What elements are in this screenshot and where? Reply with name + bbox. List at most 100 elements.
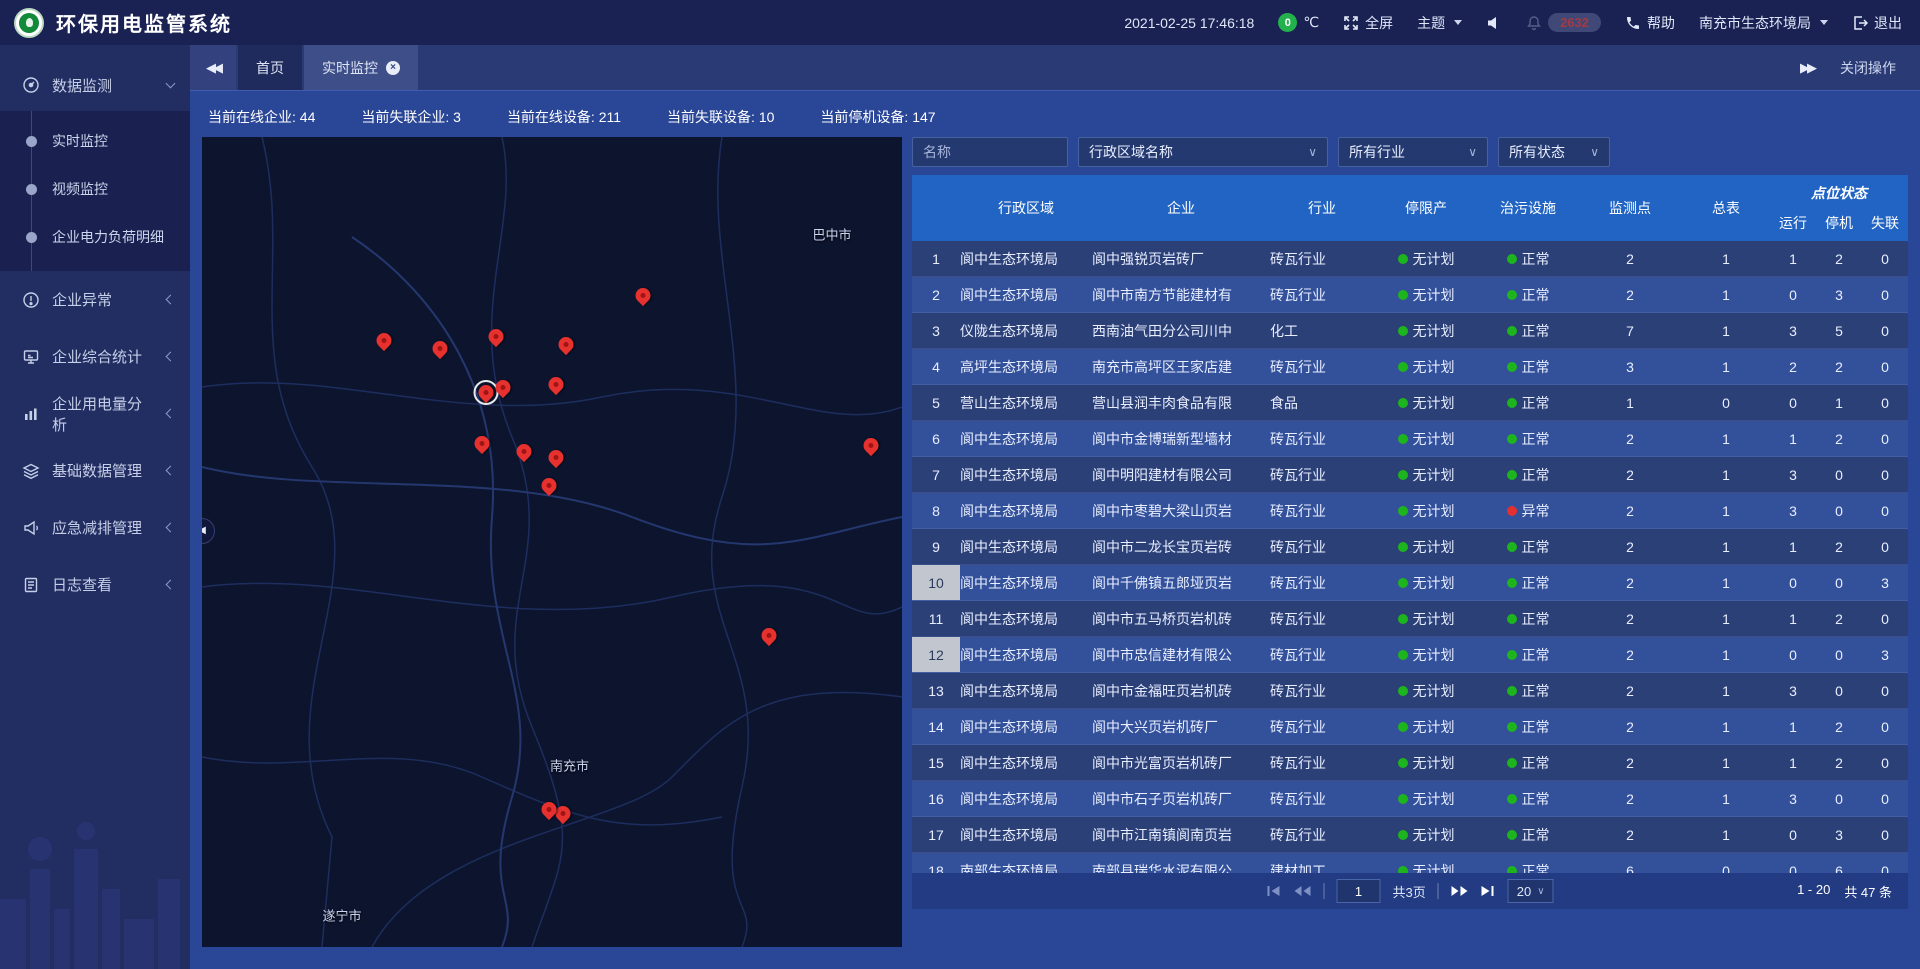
cell-pollution-facility: 正常 (1478, 781, 1578, 816)
cell-monitor-points: 1 (1578, 385, 1682, 420)
fullscreen-button[interactable]: 全屏 (1343, 13, 1393, 33)
cell-monitor-points: 3 (1578, 349, 1682, 384)
cell-industry: 砖瓦行业 (1270, 277, 1374, 312)
table-row[interactable]: 13阆中生态环境局阆中市金福旺页岩机砖砖瓦行业无计划正常21300 (912, 673, 1908, 709)
notification-area[interactable]: 2632 (1526, 13, 1601, 32)
cell-stopped: 3 (1816, 277, 1862, 312)
cell-disconnected: 0 (1862, 421, 1908, 456)
bar-chart-icon (22, 405, 40, 423)
cell-region: 阆中生态环境局 (960, 673, 1092, 708)
sidebar-item-log-view[interactable]: 日志查看 (0, 556, 190, 613)
map-labels-layer: 巴中市南充市遂宁市 (202, 137, 902, 947)
close-operations-button[interactable]: 关闭操作 (1840, 58, 1896, 78)
cell-company: 阆中市忠信建材有限公 (1092, 637, 1270, 672)
table-row[interactable]: 2阆中生态环境局阆中市南方节能建材有砖瓦行业无计划正常21030 (912, 277, 1908, 313)
cell-running: 0 (1770, 277, 1816, 312)
status-dot-green (1398, 434, 1408, 444)
cell-industry: 砖瓦行业 (1270, 457, 1374, 492)
row-number: 5 (912, 385, 960, 420)
notification-count-badge: 2632 (1548, 13, 1601, 32)
cell-production-limit: 无计划 (1374, 817, 1478, 852)
cell-monitor-points: 2 (1578, 277, 1682, 312)
cell-stopped: 0 (1816, 457, 1862, 492)
status-dot-green (1398, 866, 1408, 874)
top-bar: 环保用电监管系统 2021-02-25 17:46:18 0 ℃ 全屏 主题 2… (0, 0, 1920, 45)
org-dropdown[interactable]: 南充市生态环境局 (1699, 13, 1828, 33)
tab-realtime-monitoring[interactable]: 实时监控 × (304, 45, 418, 90)
name-filter-field[interactable] (912, 137, 1068, 167)
cell-total-meter: 1 (1682, 241, 1770, 276)
row-number: 9 (912, 529, 960, 564)
cell-region: 阆中生态环境局 (960, 493, 1092, 528)
cell-industry: 砖瓦行业 (1270, 421, 1374, 456)
col-region: 行政区域 (960, 175, 1092, 241)
region-filter-select[interactable]: 行政区域名称∨ (1078, 137, 1328, 167)
cell-industry: 砖瓦行业 (1270, 745, 1374, 780)
help-button[interactable]: 帮助 (1625, 13, 1675, 33)
sidebar-item-power-load-detail[interactable]: 企业电力负荷明细 (0, 213, 190, 261)
prev-page-button[interactable] (1293, 885, 1311, 897)
theme-dropdown[interactable]: 主题 (1417, 13, 1462, 33)
scroll-tabs-right-button[interactable]: ▶▶ (1800, 60, 1814, 76)
cell-production-limit: 无计划 (1374, 781, 1478, 816)
cell-region: 南部生态环境局 (960, 853, 1092, 873)
name-filter-input[interactable] (923, 144, 1057, 160)
sidebar-item-enterprise-statistics[interactable]: 企业综合统计 (0, 328, 190, 385)
table-row[interactable]: 1阆中生态环境局阆中强锐页岩砖厂砖瓦行业无计划正常21120 (912, 241, 1908, 277)
industry-filter-select[interactable]: 所有行业∨ (1338, 137, 1488, 167)
sidebar-item-power-analysis[interactable]: 企业用电量分析 (0, 385, 190, 442)
cell-disconnected: 0 (1862, 241, 1908, 276)
table-row[interactable]: 12阆中生态环境局阆中市忠信建材有限公砖瓦行业无计划正常21003 (912, 637, 1908, 673)
cell-industry: 砖瓦行业 (1270, 241, 1374, 276)
status-filter-select[interactable]: 所有状态∨ (1498, 137, 1610, 167)
table-row[interactable]: 9阆中生态环境局阆中市二龙长宝页岩砖砖瓦行业无计划正常21120 (912, 529, 1908, 565)
cell-company: 阆中市五马桥页岩机砖 (1092, 601, 1270, 636)
cell-total-meter: 1 (1682, 709, 1770, 744)
cell-region: 阆中生态环境局 (960, 565, 1092, 600)
table-row[interactable]: 8阆中生态环境局阆中市枣碧大梁山页岩砖瓦行业无计划异常21300 (912, 493, 1908, 529)
table-row[interactable]: 16阆中生态环境局阆中市石子页岩机砖厂砖瓦行业无计划正常21300 (912, 781, 1908, 817)
table-row[interactable]: 14阆中生态环境局阆中大兴页岩机砖厂砖瓦行业无计划正常21120 (912, 709, 1908, 745)
sidebar-item-data-monitoring[interactable]: 数据监测 (0, 59, 190, 111)
next-page-button[interactable] (1451, 885, 1469, 897)
logout-button[interactable]: 退出 (1852, 13, 1902, 33)
table-row[interactable]: 18南部生态环境局南部县瑞华水泥有限公建材加工无计划正常60060 (912, 853, 1908, 873)
cell-disconnected: 0 (1862, 277, 1908, 312)
table-row[interactable]: 4高坪生态环境局南充市高坪区王家店建砖瓦行业无计划正常31220 (912, 349, 1908, 385)
cell-monitor-points: 7 (1578, 313, 1682, 348)
cell-total-meter: 1 (1682, 781, 1770, 816)
page-number-input[interactable] (1336, 879, 1380, 903)
stat-offline-devices: 当前失联设备: 10 (667, 107, 774, 127)
table-row[interactable]: 7阆中生态环境局阆中明阳建材有限公司砖瓦行业无计划正常21300 (912, 457, 1908, 493)
last-page-button[interactable] (1481, 885, 1496, 897)
close-tab-icon[interactable]: × (386, 61, 400, 75)
tab-home[interactable]: 首页 (238, 45, 302, 90)
status-dot-green (1507, 290, 1517, 300)
bell-icon (1526, 15, 1542, 31)
first-page-button[interactable] (1266, 885, 1281, 897)
page-size-select[interactable]: 20∨ (1508, 879, 1554, 903)
status-dot-green (1398, 794, 1408, 804)
cell-company: 阆中明阳建材有限公司 (1092, 457, 1270, 492)
sidebar-item-realtime-monitoring[interactable]: 实时监控 (0, 117, 190, 165)
status-dot-green (1507, 470, 1517, 480)
table-row[interactable]: 3仪陇生态环境局西南油气田分公司川中化工无计划正常71350 (912, 313, 1908, 349)
table-row[interactable]: 15阆中生态环境局阆中市光富页岩机砖厂砖瓦行业无计划正常21120 (912, 745, 1908, 781)
sidebar-item-emergency-reduction[interactable]: 应急减排管理 (0, 499, 190, 556)
alert-circle-icon (22, 291, 40, 309)
cell-stopped: 2 (1816, 241, 1862, 276)
sidebar-item-base-data[interactable]: 基础数据管理 (0, 442, 190, 499)
sidebar-item-video-monitoring[interactable]: 视频监控 (0, 165, 190, 213)
table-row[interactable]: 10阆中生态环境局阆中千佛镇五郎垭页岩砖瓦行业无计划正常21003 (912, 565, 1908, 601)
table-row[interactable]: 11阆中生态环境局阆中市五马桥页岩机砖砖瓦行业无计划正常21120 (912, 601, 1908, 637)
volume-button[interactable] (1486, 15, 1502, 31)
table-row[interactable]: 5营山生态环境局营山县润丰肉食品有限食品无计划正常10010 (912, 385, 1908, 421)
collapse-tabs-button[interactable]: ◀◀ (190, 45, 236, 90)
map-panel[interactable]: ◀ 巴中市南充市遂宁市 (202, 137, 902, 947)
cell-pollution-facility: 正常 (1478, 241, 1578, 276)
table-row[interactable]: 6阆中生态环境局阆中市金博瑞新型墙材砖瓦行业无计划正常21120 (912, 421, 1908, 457)
table-row[interactable]: 17阆中生态环境局阆中市江南镇阆南页岩砖瓦行业无计划正常21030 (912, 817, 1908, 853)
chevron-left-icon (166, 352, 176, 362)
sidebar-item-enterprise-abnormal[interactable]: 企业异常 (0, 271, 190, 328)
cell-monitor-points: 2 (1578, 493, 1682, 528)
